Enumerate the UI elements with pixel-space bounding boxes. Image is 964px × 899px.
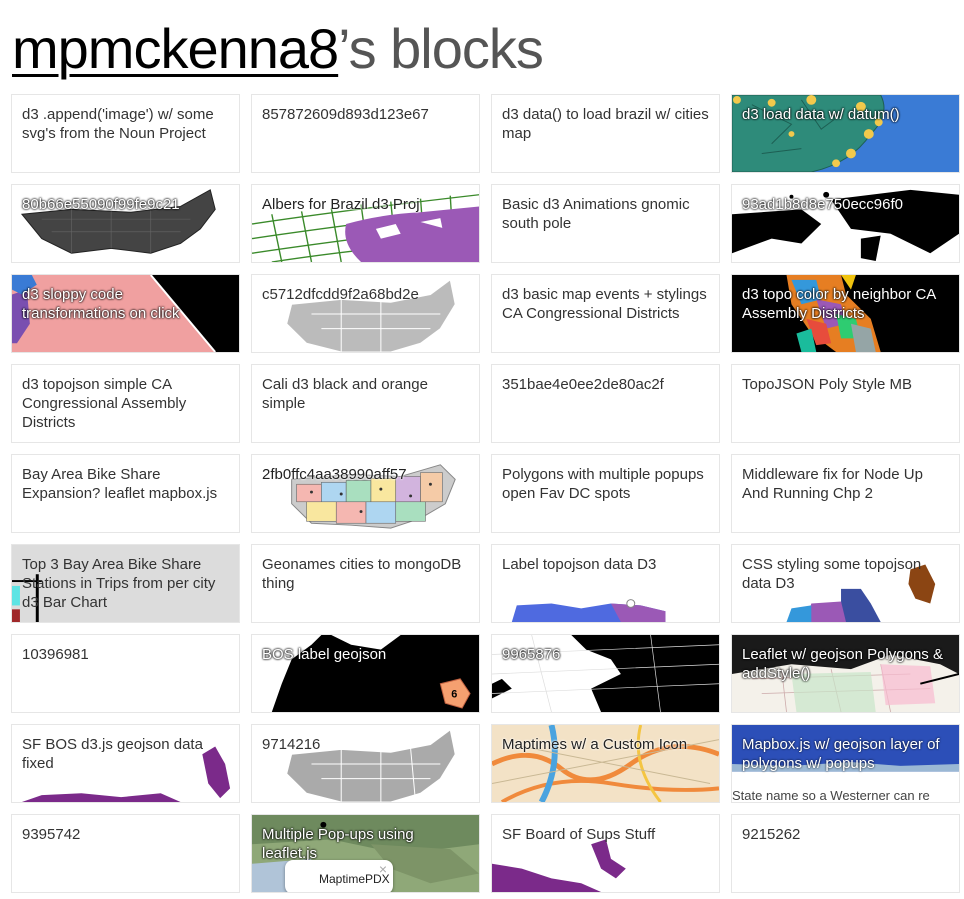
block-title: 9714216 — [262, 736, 321, 753]
block-card[interactable]: 9965876 — [491, 634, 720, 713]
block-title: c5712dfcdd9f2a68bd2e — [262, 286, 419, 303]
block-title: Polygons with multiple popups open Fav D… — [502, 466, 704, 502]
block-card[interactable]: TopoJSON Poly Style MB — [731, 364, 960, 443]
block-card[interactable]: d3 topojson simple CA Congressional Asse… — [11, 364, 240, 443]
block-card[interactable]: 351bae4e0ee2de80ac2f — [491, 364, 720, 443]
block-title: TopoJSON Poly Style MB — [742, 376, 913, 393]
block-title: Leaflet w/ geojson Polygons & addStyle() — [742, 646, 943, 682]
block-title: Geonames cities to mongoDB thing — [262, 556, 462, 592]
block-title: 80b66e55090f99fe9c21 — [22, 196, 180, 213]
map-popup[interactable]: MaptimePDX × — [285, 860, 393, 892]
block-title: d3 basic map events + stylings CA Congre… — [502, 286, 707, 322]
block-title: d3 topo color by neighbor CA Assembly Di… — [742, 286, 936, 322]
block-card[interactable]: 93ad1b8d8e750ecc96f0 — [731, 184, 960, 263]
block-card[interactable]: d3 data() to load brazil w/ cities map — [491, 94, 720, 173]
block-title: 9395742 — [22, 826, 81, 843]
block-card[interactable]: Middleware fix for Node Up And Running C… — [731, 454, 960, 533]
block-card[interactable]: Leaflet w/ geojson Polygons & addStyle() — [731, 634, 960, 713]
block-card[interactable]: SF BOS d3.js geojson data fixed — [11, 724, 240, 803]
block-title: 10396981 — [22, 646, 89, 663]
block-title: Middleware fix for Node Up And Running C… — [742, 466, 923, 502]
block-title: Bay Area Bike Share Expansion? leaflet m… — [22, 466, 218, 502]
mapbox-caption: State name so a Westerner can re — [732, 788, 930, 803]
block-card[interactable]: 857872609d893d123e67 — [251, 94, 480, 173]
block-card[interactable]: Bay Area Bike Share Expansion? leaflet m… — [11, 454, 240, 533]
block-card[interactable]: 80b66e55090f99fe9c21 — [11, 184, 240, 263]
block-card[interactable]: 9714216 — [251, 724, 480, 803]
block-card[interactable]: d3 topo color by neighbor CA Assembly Di… — [731, 274, 960, 353]
page-header: mpmckenna8’s blocks — [12, 14, 544, 84]
block-title: d3 topojson simple CA Congressional Asse… — [22, 376, 187, 431]
block-card[interactable]: CSS styling some topojson data D3 — [731, 544, 960, 623]
block-title: Albers for Brazil d3 Proj — [262, 196, 420, 213]
block-title: 2fb0ffc4aa38990aff57 — [262, 466, 407, 483]
block-title: SF BOS d3.js geojson data fixed — [22, 736, 203, 772]
block-title: d3 load data w/ datum() — [742, 106, 900, 123]
block-title: SF Board of Sups Stuff — [502, 826, 656, 843]
block-card[interactable]: Cali d3 black and orange simple — [251, 364, 480, 443]
block-title: Maptimes w/ a Custom Icon — [502, 736, 688, 753]
block-title: 857872609d893d123e67 — [262, 106, 429, 123]
block-title: CSS styling some topojson data D3 — [742, 556, 922, 592]
block-title: BOS label geojson — [262, 646, 387, 663]
block-title: 351bae4e0ee2de80ac2f — [502, 376, 664, 393]
close-icon[interactable]: × — [379, 861, 387, 877]
block-title: Basic d3 Animations gnomic south pole — [502, 196, 690, 232]
block-title: 93ad1b8d8e750ecc96f0 — [742, 196, 903, 213]
block-title: d3 data() to load brazil w/ cities map — [502, 106, 709, 142]
block-title: 9215262 — [742, 826, 801, 843]
block-title: Mapbox.js w/ geojson layer of polygons w… — [742, 736, 940, 772]
block-title: d3 sloppy code transformations on click — [22, 286, 180, 322]
block-card[interactable]: Label topojson data D3 — [491, 544, 720, 623]
block-card[interactable]: d3 basic map events + stylings CA Congre… — [491, 274, 720, 353]
block-card[interactable]: Geonames cities to mongoDB thing — [251, 544, 480, 623]
block-card[interactable]: 10396981 — [11, 634, 240, 713]
block-title: 9965876 — [502, 646, 561, 663]
block-card[interactable]: c5712dfcdd9f2a68bd2e — [251, 274, 480, 353]
block-card[interactable]: Maptimes w/ a Custom Icon — [491, 724, 720, 803]
block-card[interactable]: 9215262 — [731, 814, 960, 893]
block-card[interactable]: 2fb0ffc4aa38990aff57 — [251, 454, 480, 533]
district-number-label: 6 — [451, 688, 457, 700]
block-title: Top 3 Bay Area Bike Share Stations in Tr… — [22, 556, 216, 611]
block-card[interactable]: Top 3 Bay Area Bike Share Stations in Tr… — [11, 544, 240, 623]
block-title: Cali d3 black and orange simple — [262, 376, 428, 412]
block-card[interactable]: Mapbox.js w/ geojson layer of polygons w… — [731, 724, 960, 803]
block-card[interactable]: SF Board of Sups Stuff — [491, 814, 720, 893]
block-card[interactable]: Polygons with multiple popups open Fav D… — [491, 454, 720, 533]
block-title: Multiple Pop-ups using leaflet.js — [262, 826, 414, 862]
block-card[interactable]: Basic d3 Animations gnomic south pole — [491, 184, 720, 263]
block-card[interactable]: MaptimePDX × Multiple Pop-ups using leaf… — [251, 814, 480, 893]
block-card[interactable]: 6 BOS label geojson — [251, 634, 480, 713]
block-card[interactable]: d3 load data w/ datum() — [731, 94, 960, 173]
block-card[interactable]: d3 sloppy code transformations on click — [11, 274, 240, 353]
block-title: d3 .append('image') w/ some svg's from t… — [22, 106, 214, 142]
block-card[interactable]: Albers for Brazil d3 Proj — [251, 184, 480, 263]
block-title: Label topojson data D3 — [502, 556, 657, 573]
user-link[interactable]: mpmckenna8 — [12, 17, 339, 80]
header-suffix: ’s blocks — [338, 17, 544, 80]
block-card[interactable]: 9395742 — [11, 814, 240, 893]
block-card[interactable]: d3 .append('image') w/ some svg's from t… — [11, 94, 240, 173]
